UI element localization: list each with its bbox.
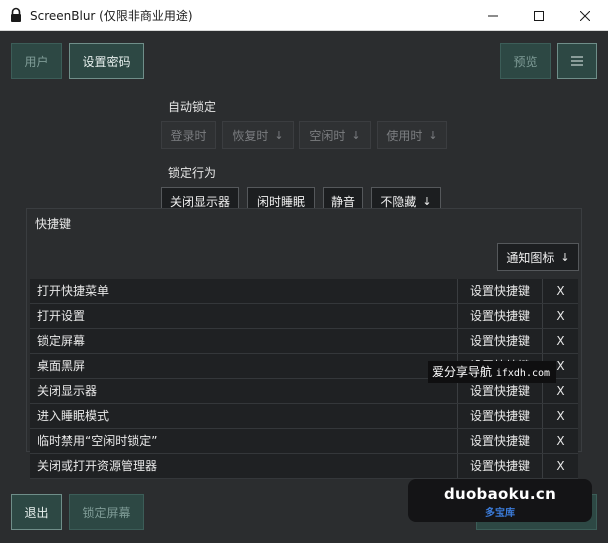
window-title: ScreenBlur (仅限非商业用途) [30,8,193,23]
set-hotkey-button[interactable]: 设置快捷键 [458,454,543,478]
lock-icon [8,7,24,23]
set-hotkey-button[interactable]: 设置快捷键 [458,404,543,428]
behavior-no-hide-label: 不隐藏 [380,194,417,209]
close-icon [580,10,590,21]
delete-hotkey-button[interactable]: X [543,279,578,303]
watermark-ifxdh: 爱分享导航 ifxdh.com [428,361,556,383]
set-hotkey-button[interactable]: 设置快捷键 [458,279,543,303]
arrow-down-icon: ↓ [274,128,284,142]
auto-lock-idle-label: 空闲时 [309,128,346,143]
lock-behavior-heading: 锁定行为 [168,166,217,180]
title-bar[interactable]: ScreenBlur (仅限非商业用途) [0,0,608,31]
watermark-brand-url: duobaoku.cn [443,485,557,503]
delete-hotkey-button[interactable]: X [543,429,578,453]
maximize-button[interactable] [516,0,562,31]
table-row: 关闭或打开资源管理器 设置快捷键 X [30,454,578,479]
user-button[interactable]: 用户 [11,43,62,79]
auto-lock-use-button[interactable]: 使用时 ↓ [377,121,447,149]
watermark-brand-cn: 多宝库 [485,508,515,519]
exit-button[interactable]: 退出 [11,494,62,530]
watermark-duobaoku: duobaoku.cn 多宝库 [408,479,592,522]
delete-hotkey-button[interactable]: X [543,454,578,478]
table-row: 锁定屏幕 设置快捷键 X [30,329,578,354]
auto-lock-idle-button[interactable]: 空闲时 ↓ [299,121,371,149]
notify-icon-button[interactable]: 通知图标 ↓ [497,243,579,271]
preview-button[interactable]: 预览 [500,43,551,79]
hotkey-name: 进入睡眠模式 [30,404,458,428]
auto-lock-login-label: 登录时 [170,128,207,143]
minimize-icon [488,15,498,16]
auto-lock-login-button[interactable]: 登录时 [161,121,216,149]
set-hotkey-button[interactable]: 设置快捷键 [458,329,543,353]
hotkey-name: 锁定屏幕 [30,329,458,353]
hotkey-name: 打开快捷菜单 [30,279,458,303]
hotkey-name: 打开设置 [30,304,458,328]
auto-lock-resume-label: 恢复时 [232,128,269,143]
watermark-site-url: ifxdh.com [495,368,551,379]
hotkeys-heading: 快捷键 [35,217,72,231]
behavior-idle-sleep-label: 闲时睡眠 [256,194,305,209]
watermark-site-cn: 爱分享导航 [432,365,493,379]
arrow-down-icon: ↓ [428,128,438,142]
hotkey-name: 关闭显示器 [30,379,458,403]
arrow-down-icon: ↓ [560,250,570,264]
maximize-icon [534,10,544,21]
hamburger-icon [571,56,583,66]
delete-hotkey-button[interactable]: X [543,304,578,328]
hotkey-name: 桌面黑屏 [30,354,458,378]
set-hotkey-button[interactable]: 设置快捷键 [458,429,543,453]
lock-screen-button[interactable]: 锁定屏幕 [69,494,144,530]
table-row: 进入睡眠模式 设置快捷键 X [30,404,578,429]
auto-lock-heading: 自动锁定 [168,100,217,114]
table-row: 打开快捷菜单 设置快捷键 X [30,279,578,304]
close-button[interactable] [562,0,608,31]
auto-lock-resume-button[interactable]: 恢复时 ↓ [222,121,294,149]
behavior-mute-label: 静音 [330,194,355,209]
table-row: 打开设置 设置快捷键 X [30,304,578,329]
set-password-button[interactable]: 设置密码 [69,43,144,79]
arrow-down-icon: ↓ [351,128,361,142]
delete-hotkey-button[interactable]: X [543,329,578,353]
auto-lock-use-label: 使用时 [386,128,423,143]
hotkey-name: 临时禁用“空闲时锁定” [30,429,458,453]
behavior-monitor-off-label: 关闭显示器 [169,194,230,209]
arrow-down-icon: ↓ [422,194,432,208]
notify-icon-label: 通知图标 [506,250,555,265]
hotkey-name: 关闭或打开资源管理器 [30,454,458,478]
table-row: 临时禁用“空闲时锁定” 设置快捷键 X [30,429,578,454]
set-hotkey-button[interactable]: 设置快捷键 [458,304,543,328]
minimize-button[interactable] [470,0,516,31]
menu-button[interactable] [557,43,597,79]
delete-hotkey-button[interactable]: X [543,404,578,428]
